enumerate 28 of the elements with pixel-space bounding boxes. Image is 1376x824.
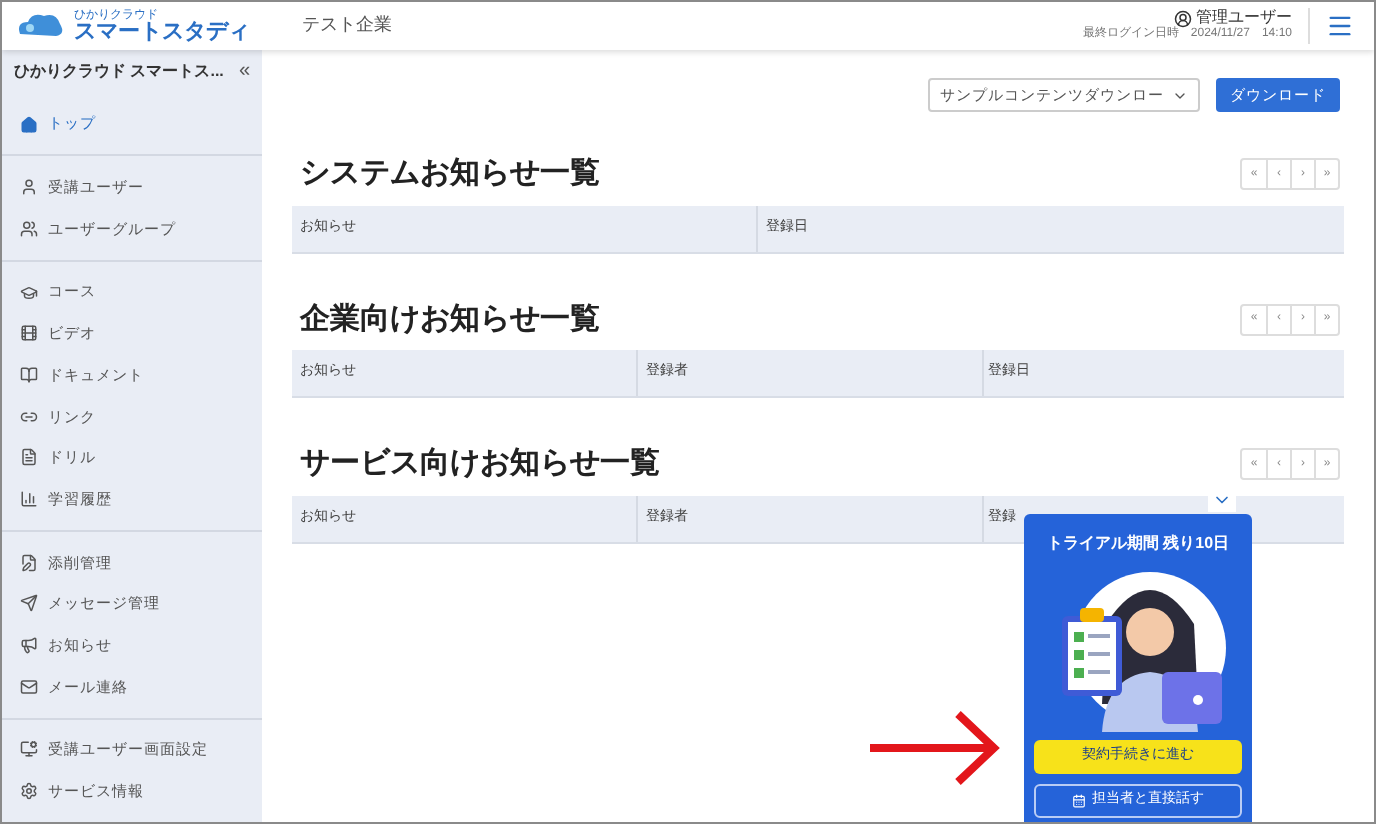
trial-title: トライアル期間 残り10日 <box>1046 532 1230 556</box>
pen-document-icon <box>20 553 38 572</box>
section-title: サービス向けお知らせ一覧 <box>298 444 660 484</box>
graduation-cap-icon <box>20 283 38 302</box>
bar-chart-icon <box>20 490 38 509</box>
logo-title: スマートスタディ <box>74 21 250 43</box>
document-icon <box>20 448 38 467</box>
user-name[interactable]: 管理ユーザー <box>1196 8 1292 29</box>
send-icon <box>20 594 38 613</box>
megaphone-icon <box>20 636 38 655</box>
link-icon <box>20 407 38 426</box>
menu-icon[interactable] <box>1326 12 1354 40</box>
sidebar-title: ひかりクラウド スマートス... <box>14 59 224 84</box>
users-icon <box>20 219 38 238</box>
mail-icon <box>20 677 38 696</box>
settings-icon <box>20 782 38 801</box>
cloud-logo-icon <box>14 10 66 42</box>
user-icon <box>1174 9 1192 28</box>
calendar-icon <box>1072 794 1086 808</box>
company-name: テスト企業 <box>302 12 392 39</box>
section-title: システムお知らせ一覧 <box>298 154 600 194</box>
collapse-button[interactable]: « <box>238 56 250 87</box>
book-icon <box>20 365 38 384</box>
film-icon <box>20 324 38 343</box>
user-icon <box>20 178 38 197</box>
screen-settings-icon <box>20 740 38 759</box>
home-icon <box>20 115 38 134</box>
section-title: 企業向けお知らせ一覧 <box>298 299 600 339</box>
